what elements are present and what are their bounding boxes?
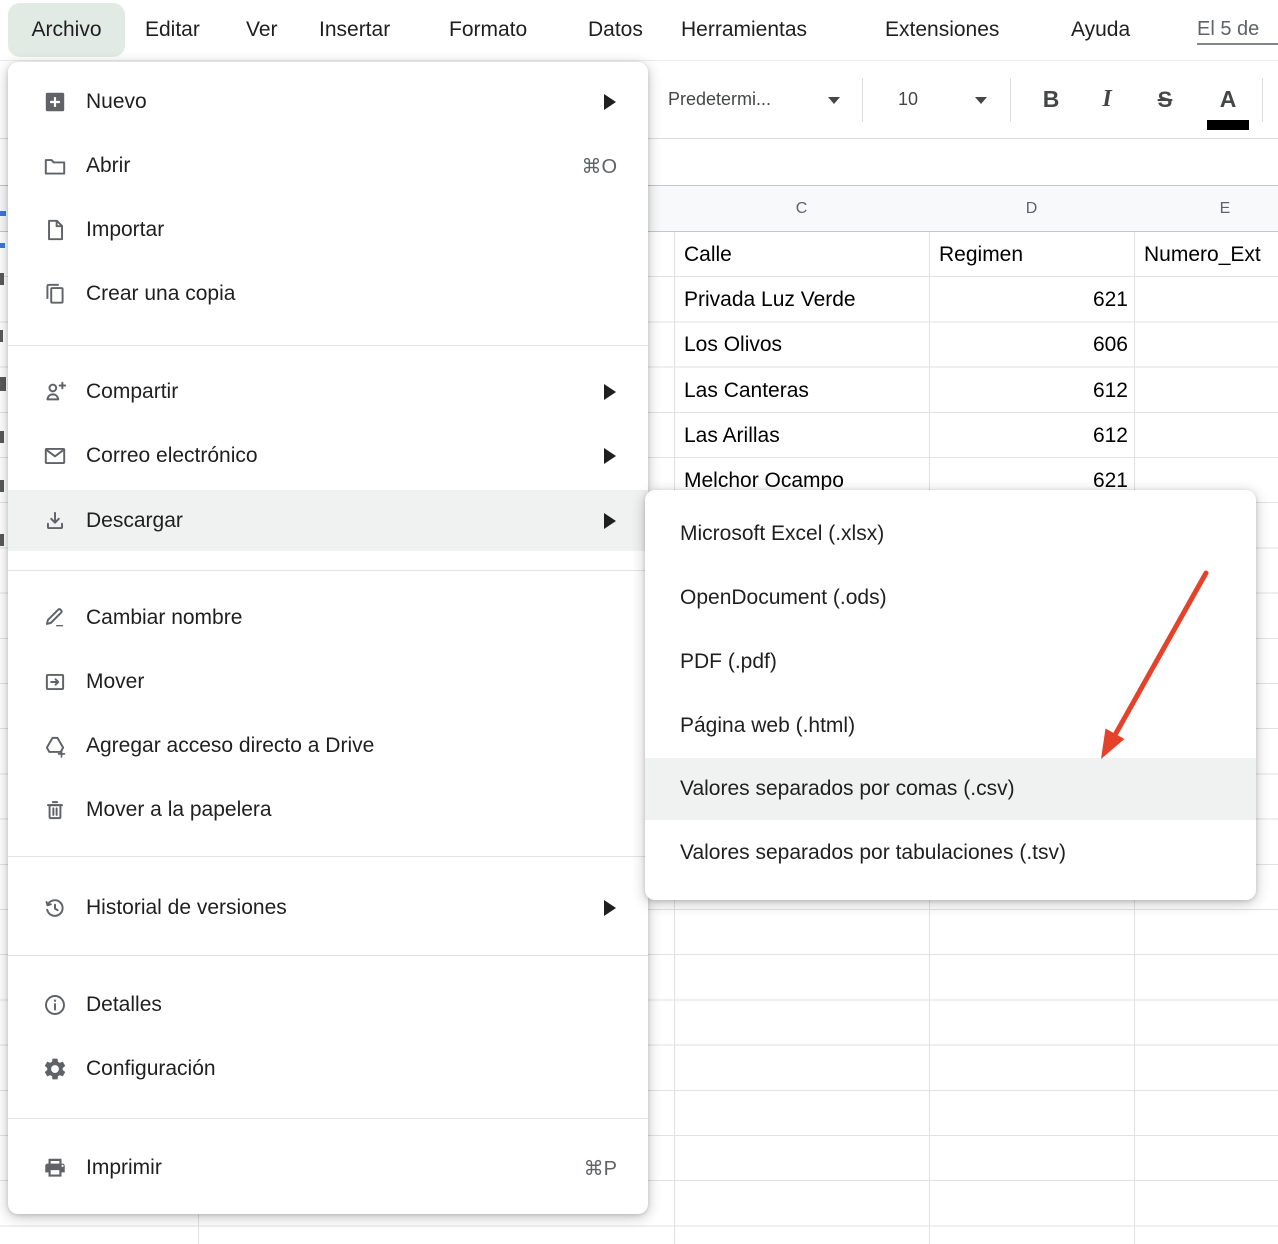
submenu-item-xlsx[interactable]: Microsoft Excel (.xlsx) (645, 503, 1256, 565)
new-spreadsheet-icon (42, 89, 68, 115)
row-selection-fragment (0, 243, 5, 248)
font-size-dropdown[interactable]: 10 (886, 61, 930, 138)
menu-separator (8, 856, 648, 857)
trash-icon (42, 797, 68, 823)
menubar-item-ayuda[interactable]: Ayuda (1071, 0, 1130, 59)
menu-item-imprimir[interactable]: Imprimir ⌘P (8, 1136, 648, 1200)
toolbar-divider (862, 78, 863, 122)
cell-d2[interactable]: 621 (929, 277, 1128, 322)
row-number-fragment (0, 377, 6, 391)
version-history-icon (42, 895, 68, 921)
last-edit-link[interactable]: El 5 de (1197, 0, 1259, 59)
menubar-item-editar[interactable]: Editar (145, 0, 200, 59)
menu-separator (8, 1118, 648, 1119)
print-icon (42, 1155, 68, 1181)
cell-c3[interactable]: Los Olivos (684, 322, 924, 367)
cell-e1[interactable]: Numero_Ext (1144, 232, 1278, 277)
cell-d1[interactable]: Regimen (939, 232, 1124, 277)
menu-item-compartir[interactable]: Compartir (8, 360, 648, 424)
shortcut-label: ⌘O (581, 154, 617, 179)
submenu-arrow-icon (604, 448, 616, 464)
submenu-arrow-icon (604, 900, 616, 916)
folder-open-icon (42, 153, 68, 179)
menu-separator (8, 570, 648, 571)
menubar-item-datos[interactable]: Datos (588, 0, 643, 59)
settings-icon (42, 1056, 68, 1082)
column-header-d[interactable]: D (929, 186, 1134, 231)
column-header-e[interactable]: E (1134, 186, 1278, 231)
row-number-fragment (0, 273, 4, 285)
submenu-arrow-icon (604, 513, 616, 529)
cell-d3[interactable]: 606 (929, 322, 1128, 367)
menu-item-cambiar-nombre[interactable]: Cambiar nombre (8, 586, 648, 650)
menubar-item-insertar[interactable]: Insertar (319, 0, 390, 59)
rename-icon (42, 605, 68, 631)
submenu-item-tsv[interactable]: Valores separados por tabulaciones (.tsv… (645, 822, 1256, 884)
font-family-dropdown[interactable]: Predetermi... (668, 61, 771, 138)
menu-item-abrir[interactable]: Abrir ⌘O (8, 134, 648, 198)
download-icon (42, 508, 68, 534)
submenu-item-ods[interactable]: OpenDocument (.ods) (645, 567, 1256, 629)
menu-item-nuevo[interactable]: Nuevo (8, 70, 648, 134)
menu-separator (8, 955, 648, 956)
menu-item-importar[interactable]: Importar (8, 198, 648, 262)
toolbar-divider (1010, 78, 1011, 122)
cell-c5[interactable]: Las Arillas (684, 413, 924, 458)
cell-c4[interactable]: Las Canteras (684, 368, 924, 413)
menubar-item-formato[interactable]: Formato (449, 0, 527, 59)
submenu-item-pdf[interactable]: PDF (.pdf) (645, 631, 1256, 693)
submenu-arrow-icon (604, 94, 616, 110)
shortcut-label: ⌘P (584, 1156, 617, 1181)
last-edit-underline (1197, 43, 1278, 45)
submenu-item-html[interactable]: Página web (.html) (645, 695, 1256, 757)
chevron-down-icon[interactable] (828, 97, 840, 104)
menu-item-crear-una-copia[interactable]: Crear una copia (8, 262, 648, 326)
cell-c2[interactable]: Privada Luz Verde (684, 277, 924, 322)
cell-c1[interactable]: Calle (684, 232, 924, 277)
cell-d5[interactable]: 612 (929, 413, 1128, 458)
row-number-fragment (0, 534, 4, 546)
menu-item-mover[interactable]: Mover (8, 650, 648, 714)
column-header-c[interactable]: C (674, 186, 929, 231)
row-number-fragment (0, 330, 3, 342)
move-folder-icon (42, 669, 68, 695)
menu-item-configuracion[interactable]: Configuración (8, 1037, 648, 1101)
menubar-item-extensiones[interactable]: Extensiones (885, 0, 999, 59)
menu-item-detalles[interactable]: Detalles (8, 973, 648, 1037)
cell-d4[interactable]: 612 (929, 368, 1128, 413)
email-icon (42, 443, 68, 469)
text-color-swatch (1207, 120, 1249, 130)
person-add-icon (42, 379, 68, 405)
chevron-down-icon[interactable] (975, 97, 987, 104)
strikethrough-button[interactable]: S (1148, 61, 1182, 138)
menu-bar: Archivo Editar Ver Insertar Formato Dato… (0, 0, 1278, 59)
row-number-fragment (0, 480, 4, 492)
menu-item-mover-a-la-papelera[interactable]: Mover a la papelera (8, 778, 648, 842)
menu-separator (8, 345, 648, 346)
menu-item-agregar-acceso-directo-a-drive[interactable]: Agregar acceso directo a Drive (8, 714, 648, 778)
italic-button[interactable]: I (1092, 61, 1122, 138)
menu-item-correo-electronico[interactable]: Correo electrónico (8, 424, 648, 488)
import-icon (42, 217, 68, 243)
menubar-item-archivo[interactable]: Archivo (8, 3, 125, 57)
info-icon (42, 992, 68, 1018)
menubar-item-ver[interactable]: Ver (246, 0, 278, 59)
menubar-item-herramientas[interactable]: Herramientas (681, 0, 807, 59)
file-menu: Nuevo Abrir ⌘O Importar Crear una copia … (8, 62, 648, 1214)
row-selection-fragment (0, 211, 6, 216)
copy-icon (42, 281, 68, 307)
toolbar-divider (1262, 78, 1263, 122)
submenu-item-csv[interactable]: Valores separados por comas (.csv) (645, 758, 1256, 820)
submenu-arrow-icon (604, 384, 616, 400)
google-sheets-screen: C D E Calle Regimen Numero_Ext Privada L… (0, 0, 1278, 1244)
download-submenu: Microsoft Excel (.xlsx) OpenDocument (.o… (645, 490, 1256, 900)
menu-item-historial-de-versiones[interactable]: Historial de versiones (8, 876, 648, 940)
bold-button[interactable]: B (1036, 61, 1066, 138)
row-number-fragment (0, 431, 4, 443)
drive-shortcut-icon (42, 733, 68, 759)
menu-item-descargar[interactable]: Descargar (8, 490, 648, 551)
